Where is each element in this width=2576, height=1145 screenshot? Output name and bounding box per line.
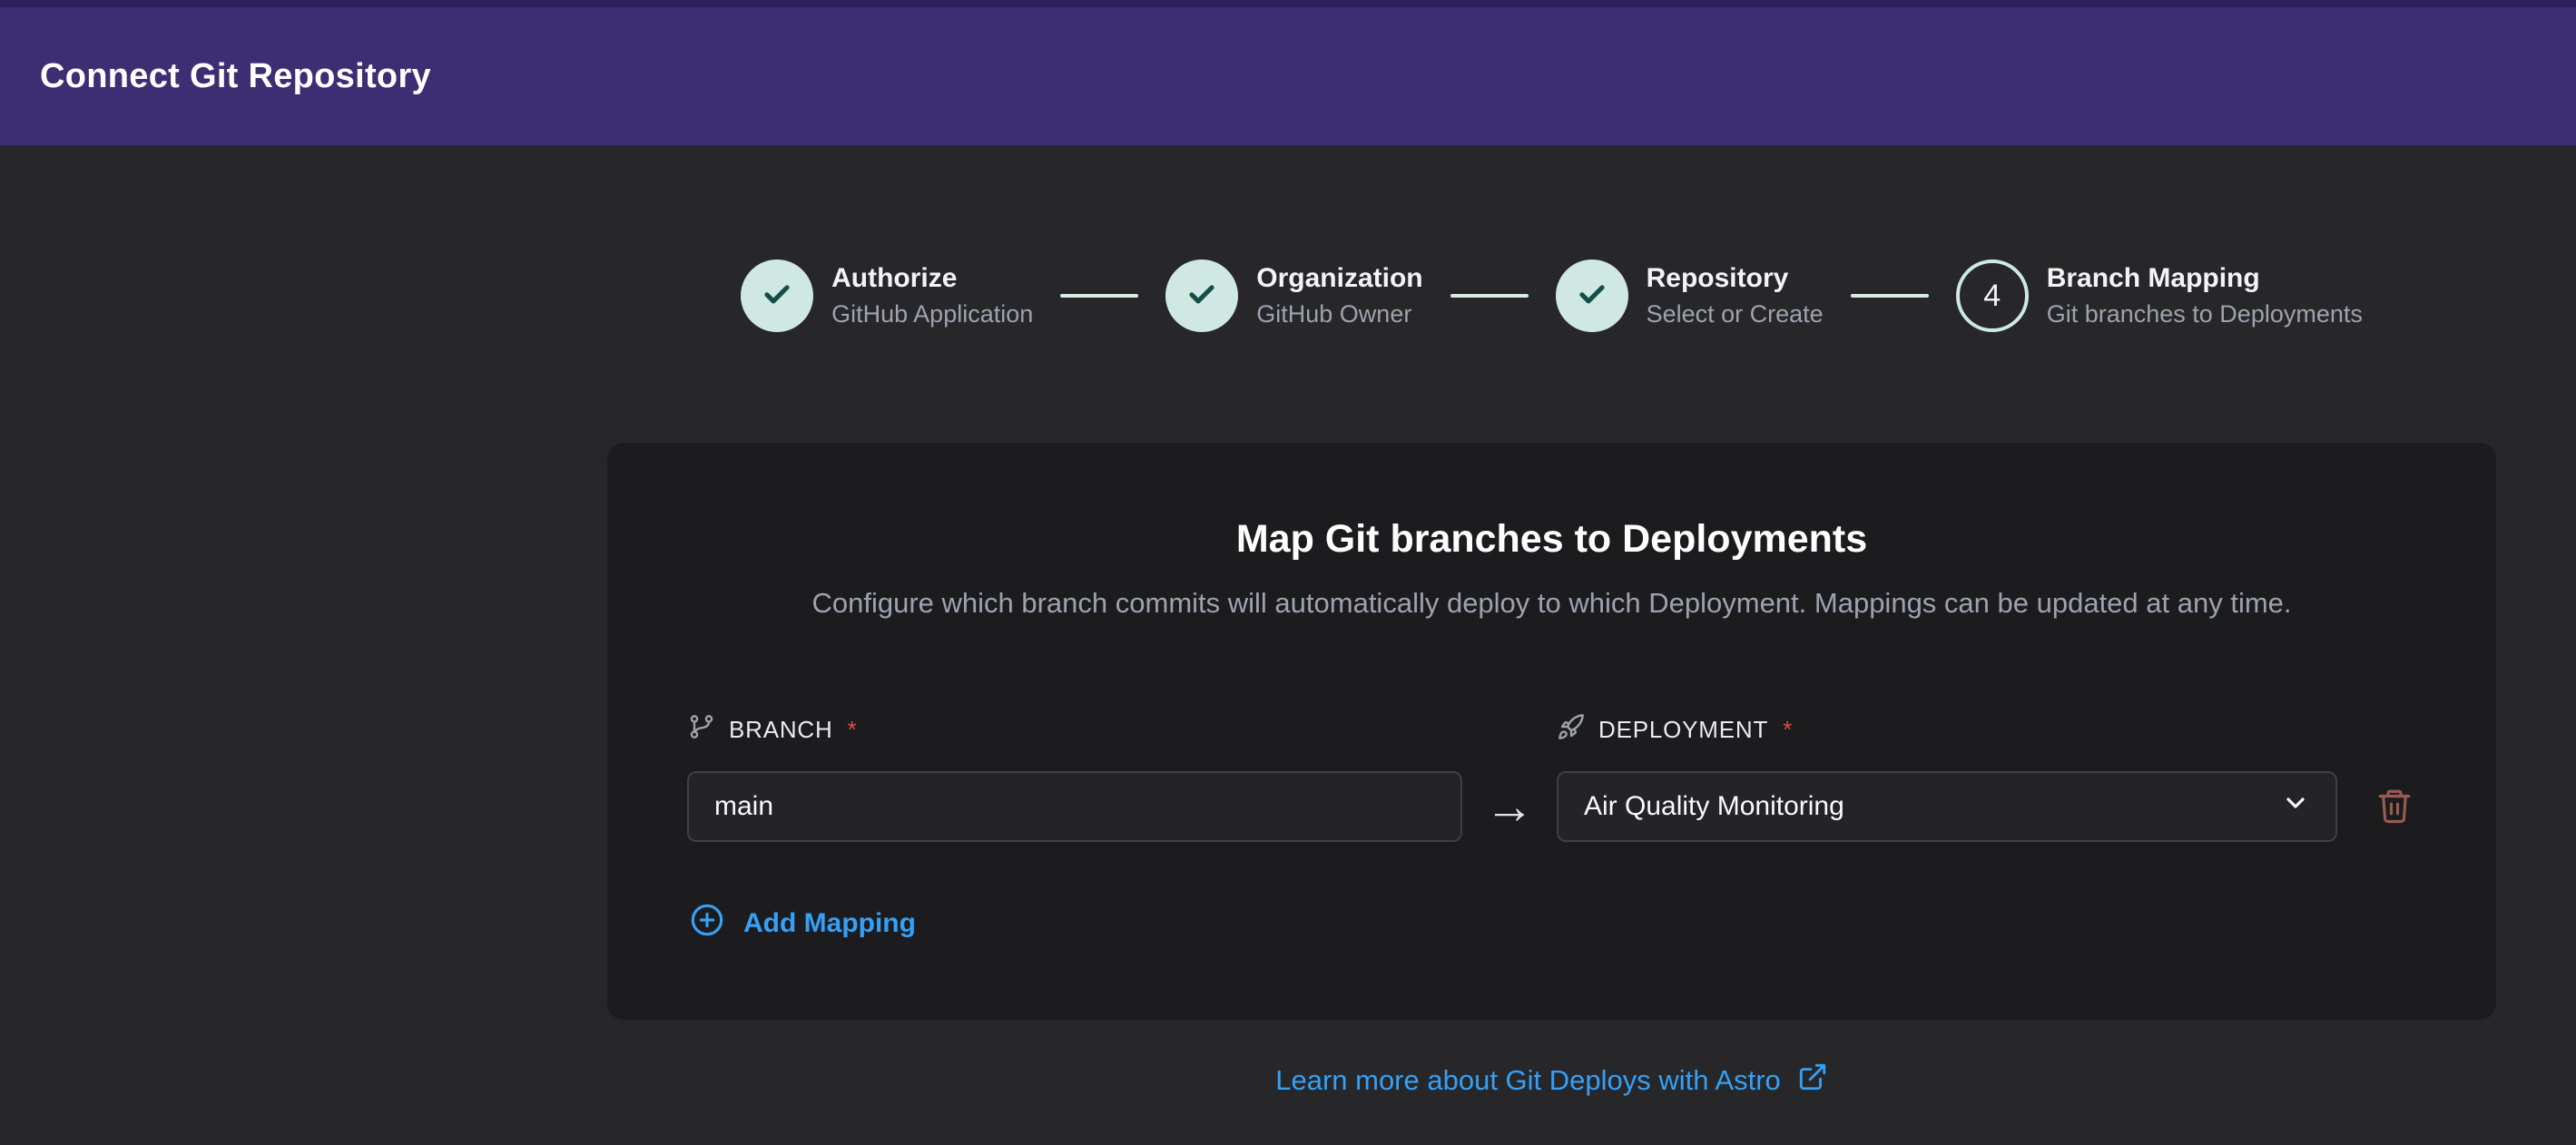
deployment-select-value: Air Quality Monitoring: [1584, 791, 1844, 822]
content-column: Authorize GitHub Application Organizatio…: [607, 259, 2496, 1100]
step-title: Repository: [1647, 261, 1824, 296]
step-current-indicator: 4: [1956, 259, 2029, 332]
add-mapping-button[interactable]: Add Mapping: [689, 902, 916, 945]
step-repository[interactable]: Repository Select or Create: [1556, 259, 1824, 332]
required-marker: *: [848, 716, 858, 744]
branch-label: BRANCH *: [687, 712, 1462, 748]
step-authorize[interactable]: Authorize GitHub Application: [741, 259, 1033, 332]
branch-input[interactable]: [687, 771, 1462, 842]
trash-icon: [2375, 787, 2414, 827]
add-mapping-label: Add Mapping: [743, 908, 916, 939]
step-complete-indicator: [741, 259, 813, 332]
deployment-label-text: DEPLOYMENT: [1598, 716, 1768, 744]
step-title: Organization: [1256, 261, 1422, 296]
step-subtitle: GitHub Owner: [1256, 298, 1422, 330]
deployment-field-group: DEPLOYMENT * Air Quality Monitoring: [1557, 712, 2337, 842]
page-title: Connect Git Repository: [40, 57, 431, 96]
delete-mapping-button[interactable]: [2375, 771, 2414, 842]
step-subtitle: GitHub Application: [831, 298, 1033, 330]
check-icon: [760, 277, 794, 316]
step-title: Branch Mapping: [2047, 261, 2363, 296]
step-branch-mapping: 4 Branch Mapping Git branches to Deploym…: [1956, 259, 2363, 332]
modal-header: Connect Git Repository: [0, 0, 2576, 145]
deployment-select[interactable]: Air Quality Monitoring: [1557, 771, 2337, 842]
plus-circle-icon: [689, 902, 725, 945]
step-subtitle: Git branches to Deployments: [2047, 298, 2363, 330]
step-complete-indicator: [1165, 259, 1238, 332]
step-number: 4: [1983, 279, 2001, 314]
mapping-form: BRANCH * →: [687, 712, 2416, 945]
wizard-stepper: Authorize GitHub Application Organizatio…: [607, 259, 2496, 332]
deployment-label: DEPLOYMENT *: [1557, 712, 2337, 748]
git-branch-icon: [687, 712, 716, 748]
footer: Learn more about Git Deploys with Astro: [607, 1062, 2496, 1100]
learn-more-label: Learn more about Git Deploys with Astro: [1275, 1064, 1781, 1097]
branch-mapping-card: Map Git branches to Deployments Configur…: [607, 443, 2496, 1020]
step-complete-indicator: [1556, 259, 1628, 332]
step-subtitle: Select or Create: [1647, 298, 1824, 330]
external-link-icon: [1797, 1062, 1828, 1100]
chevron-down-icon: [2281, 788, 2310, 825]
card-subtitle: Configure which branch commits will auto…: [687, 587, 2416, 620]
card-title: Map Git branches to Deployments: [687, 517, 2416, 562]
learn-more-link[interactable]: Learn more about Git Deploys with Astro: [1275, 1062, 1828, 1100]
step-connector: [1060, 294, 1138, 298]
required-marker: *: [1783, 716, 1793, 744]
branch-label-text: BRANCH: [729, 716, 833, 744]
arrow-right-icon: →: [1462, 771, 1557, 842]
step-connector: [1851, 294, 1929, 298]
rocket-icon: [1557, 712, 1586, 748]
step-title: Authorize: [831, 261, 1033, 296]
check-icon: [1575, 277, 1609, 316]
check-icon: [1185, 277, 1219, 316]
step-organization[interactable]: Organization GitHub Owner: [1165, 259, 1422, 332]
mapping-row: BRANCH * →: [687, 712, 2416, 842]
branch-field-group: BRANCH *: [687, 712, 1462, 842]
step-connector: [1450, 294, 1529, 298]
